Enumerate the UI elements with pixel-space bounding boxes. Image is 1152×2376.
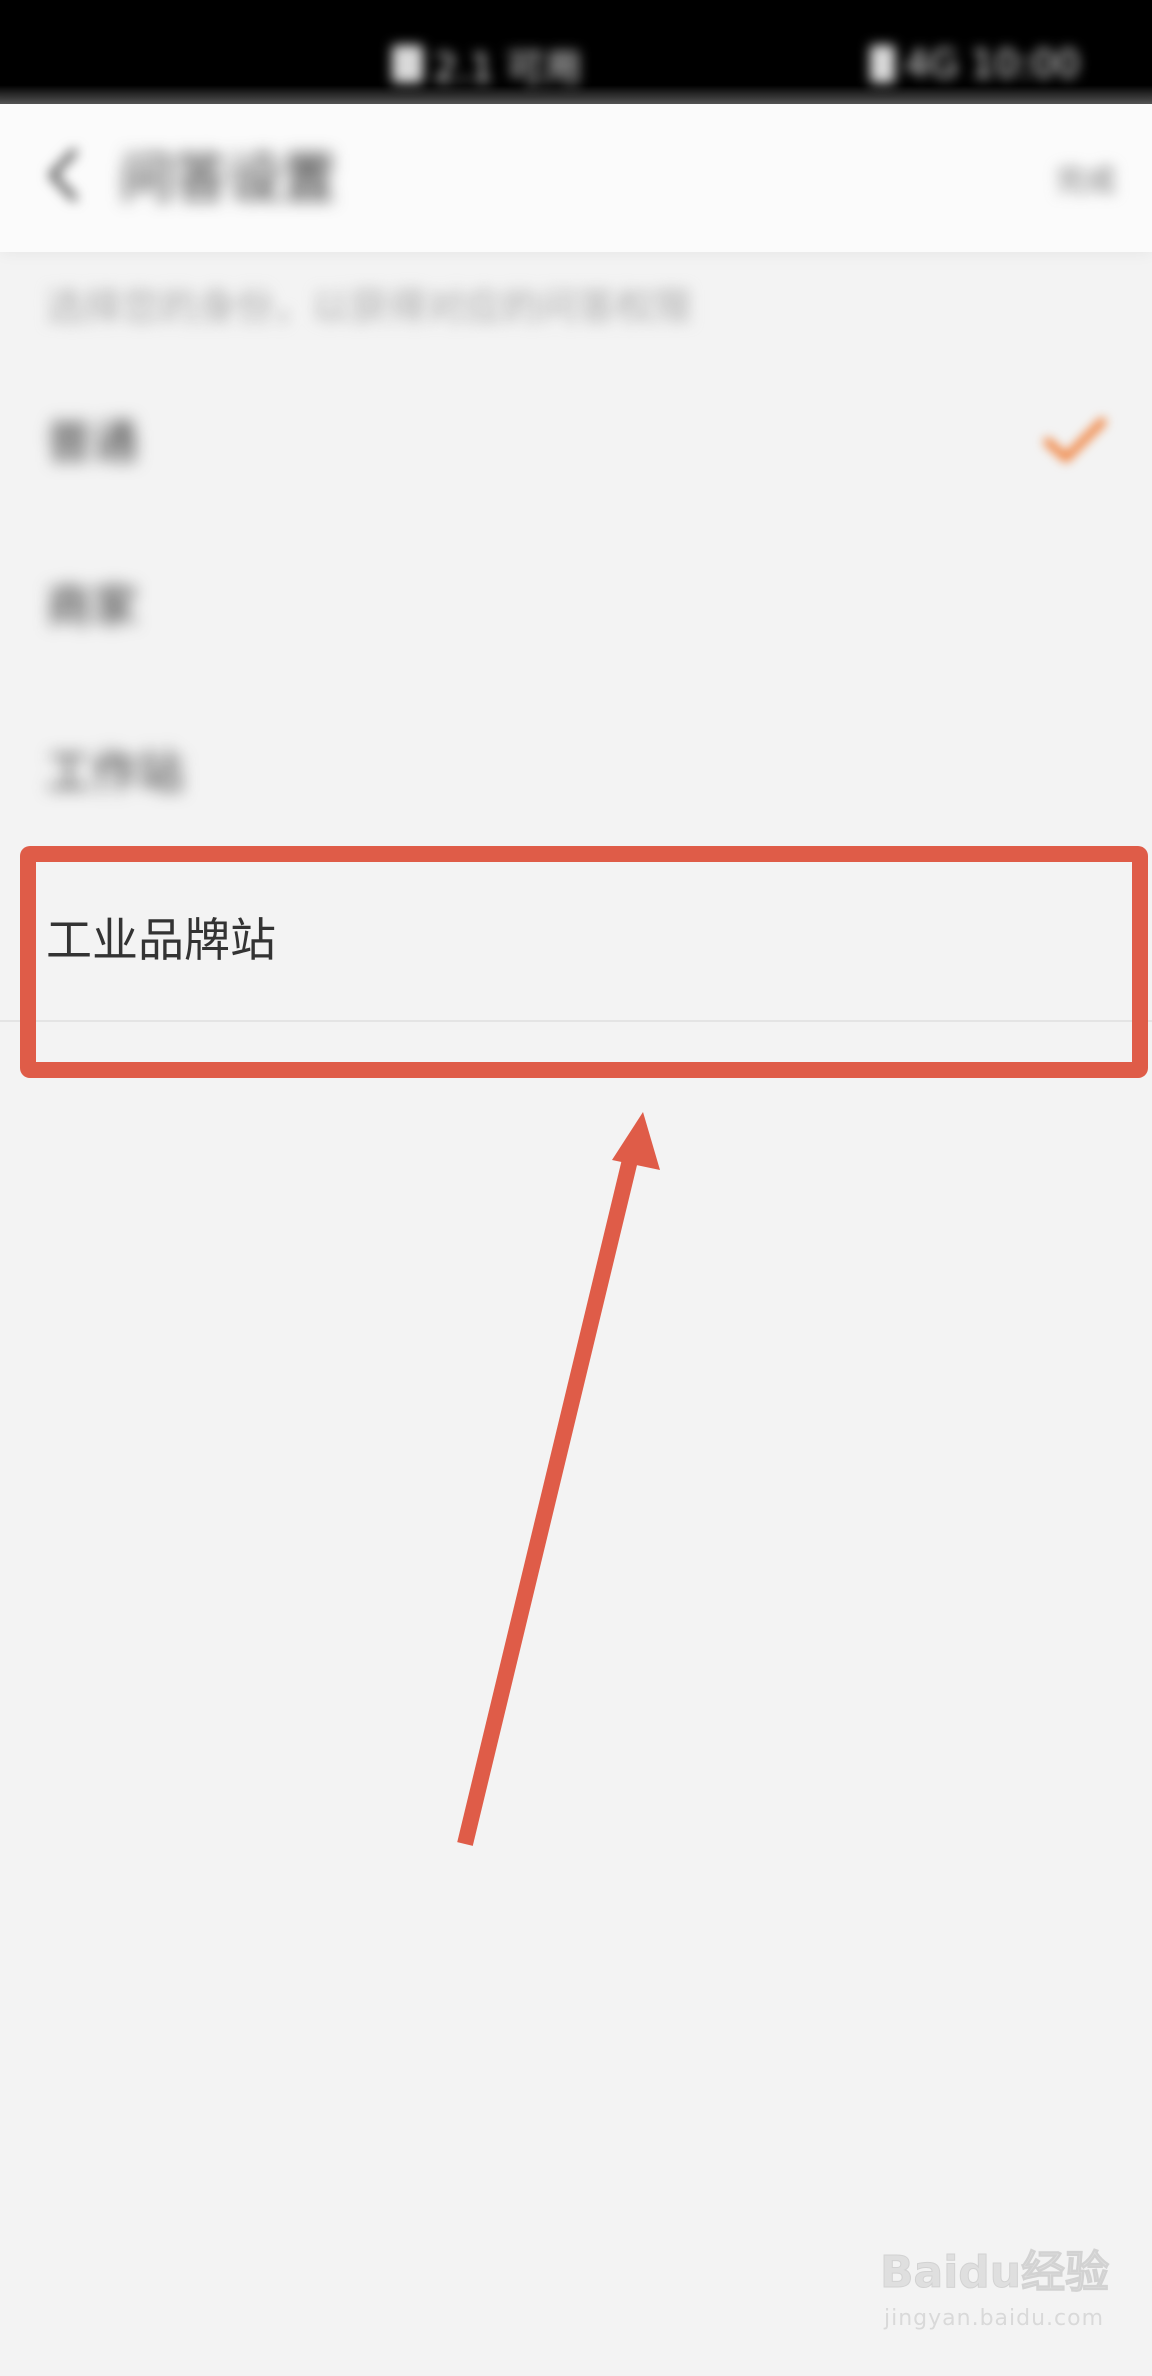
checkmark-icon [1043,417,1107,463]
option-item-normal[interactable]: 普通 [0,360,1152,524]
status-right-text: 4G 10:00 [904,42,1080,86]
status-bar: 2.1 可用 4G 10:00 [0,0,1152,104]
annotation-arrow [457,1112,660,1846]
option-item-industrial-brand[interactable]: 工业品牌站 [0,858,1152,1022]
header-action-button[interactable]: 完成 [1026,162,1116,202]
status-network: 2.1 可用 [392,38,582,90]
status-center-text: 2.1 可用 [433,45,582,90]
option-label: 工业品牌站 [46,913,276,967]
option-label: 商家 [46,579,138,633]
option-label: 工作站 [46,745,184,799]
watermark-url: jingyan.baidu.com [884,2306,1105,2331]
status-system: 4G 10:00 [870,38,1080,90]
signal-icon [870,45,895,83]
arrow-head-icon [612,1112,660,1170]
list-divider [0,1020,1152,1022]
app-header: 问答设置 完成 [0,104,1152,252]
option-item-merchant[interactable]: 商家 [0,524,1152,688]
notification-icon [392,45,424,83]
option-item-workstation[interactable]: 工作站 [0,690,1152,854]
back-arrow-icon[interactable] [34,140,94,210]
page-title: 问答设置 [120,147,336,210]
watermark-logo: Baidu经验 [879,2247,1110,2299]
watermark: Baidu经验 jingyan.baidu.com [879,2208,1120,2348]
hint-text: 选择您的身份，以获得对应的问答权限 [46,285,693,329]
option-label: 普通 [46,415,138,469]
